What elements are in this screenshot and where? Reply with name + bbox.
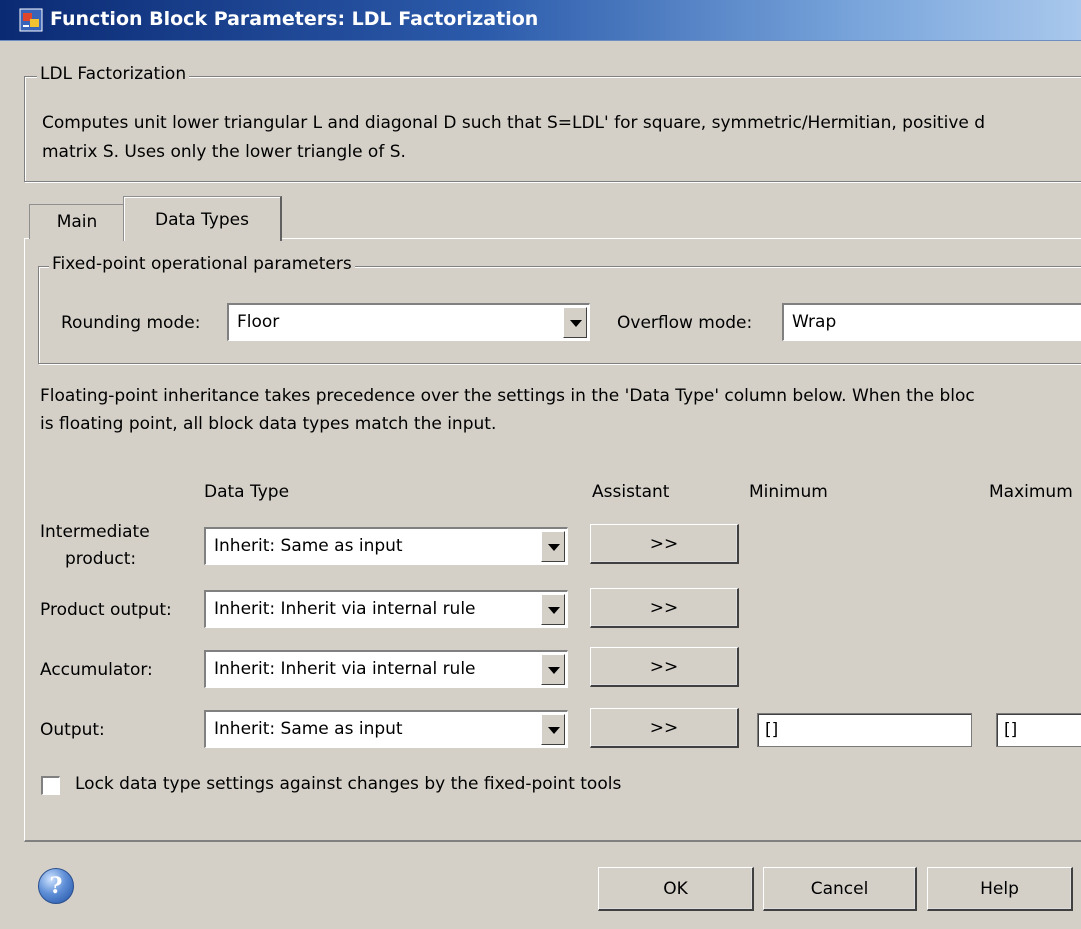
accumulator-value: Inherit: Inherit via internal rule <box>214 659 476 679</box>
product-output-assistant-button[interactable]: >> <box>590 588 739 628</box>
column-header-minimum: Minimum <box>749 482 828 502</box>
output-value: Inherit: Same as input <box>214 719 403 739</box>
overflow-mode-value: Wrap <box>792 312 837 332</box>
block-description-line1: Computes unit lower triangular L and dia… <box>42 113 986 133</box>
product-output-label: Product output: <box>40 600 172 620</box>
intermediate-product-value: Inherit: Same as input <box>214 536 403 556</box>
lock-data-types-label: Lock data type settings against changes … <box>75 774 622 794</box>
tab-main[interactable]: Main <box>29 204 124 239</box>
intermediate-product-label-line1: Intermediate <box>40 522 150 542</box>
help-icon[interactable]: ? <box>38 868 74 904</box>
output-select[interactable]: Inherit: Same as input <box>204 710 568 748</box>
block-description-line2: matrix S. Uses only the lower triangle o… <box>42 142 406 162</box>
cancel-button[interactable]: Cancel <box>763 867 917 911</box>
accumulator-label: Accumulator: <box>40 660 153 680</box>
intermediate-product-select[interactable]: Inherit: Same as input <box>204 527 568 565</box>
rounding-mode-select[interactable]: Floor <box>227 303 590 341</box>
ok-button[interactable]: OK <box>598 867 754 911</box>
chevron-down-icon[interactable] <box>541 654 565 685</box>
overflow-mode-select[interactable]: Wrap <box>782 303 1081 341</box>
chevron-down-icon[interactable] <box>541 594 565 625</box>
simulink-block-icon <box>19 8 43 32</box>
output-minimum-input[interactable]: [] <box>757 713 972 747</box>
column-header-assistant: Assistant <box>592 482 670 502</box>
rounding-mode-value: Floor <box>237 312 280 332</box>
accumulator-assistant-button[interactable]: >> <box>590 647 739 687</box>
chevron-down-icon[interactable] <box>541 531 565 562</box>
rounding-mode-label: Rounding mode: <box>61 313 201 333</box>
lock-data-types-checkbox[interactable] <box>41 776 60 795</box>
info-text-line1: Floating-point inheritance takes precede… <box>40 386 975 406</box>
tab-data-types[interactable]: Data Types <box>123 196 282 241</box>
intermediate-product-assistant-button[interactable]: >> <box>590 524 739 564</box>
column-header-maximum: Maximum <box>989 482 1073 502</box>
column-header-data-type: Data Type <box>204 482 290 502</box>
info-text-line2: is floating point, all block data types … <box>40 414 497 434</box>
block-name-legend: LDL Factorization <box>37 64 190 84</box>
product-output-select[interactable]: Inherit: Inherit via internal rule <box>204 590 568 628</box>
chevron-down-icon[interactable] <box>541 714 565 745</box>
window-title: Function Block Parameters: LDL Factoriza… <box>50 8 539 30</box>
tab-data-types-label: Data Types <box>155 210 249 230</box>
output-maximum-value: [] <box>1004 720 1018 740</box>
chevron-down-icon[interactable] <box>563 307 587 338</box>
output-maximum-input[interactable]: [] <box>996 713 1081 747</box>
fixed-point-legend: Fixed-point operational parameters <box>49 254 355 274</box>
help-button[interactable]: Help <box>927 867 1073 911</box>
output-label: Output: <box>40 720 105 740</box>
product-output-value: Inherit: Inherit via internal rule <box>214 599 476 619</box>
tab-main-label: Main <box>56 212 98 232</box>
output-assistant-button[interactable]: >> <box>590 708 739 748</box>
title-bar: Function Block Parameters: LDL Factoriza… <box>0 0 1081 41</box>
accumulator-select[interactable]: Inherit: Inherit via internal rule <box>204 650 568 688</box>
intermediate-product-label-line2: product: <box>65 549 137 569</box>
overflow-mode-label: Overflow mode: <box>617 313 753 333</box>
output-minimum-value: [] <box>765 720 779 740</box>
